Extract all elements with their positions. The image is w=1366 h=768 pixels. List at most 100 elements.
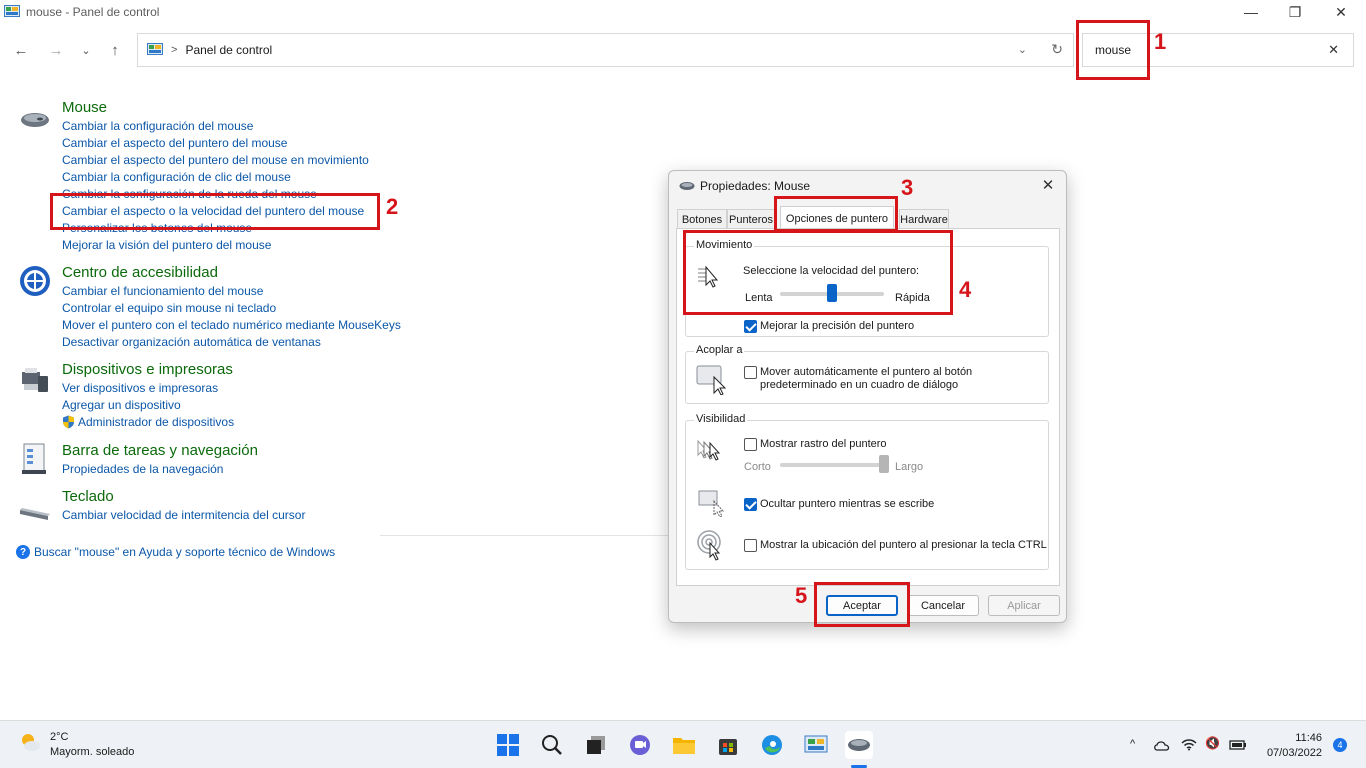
control-panel-taskbar-button[interactable] — [802, 731, 830, 759]
onedrive-icon[interactable] — [1153, 739, 1171, 751]
minimize-button[interactable]: — — [1228, 0, 1274, 24]
help-search-text[interactable]: Buscar "mouse" en Ayuda y soporte técnic… — [34, 545, 335, 559]
section-title-taskbar[interactable]: Barra de tareas y navegación — [62, 442, 258, 459]
link-pointer-moving[interactable]: Cambiar el aspecto del puntero del mouse… — [62, 153, 369, 167]
group-visibilidad: Visibilidad Mostrar rastro del puntero C… — [685, 413, 1049, 570]
volume-muted-icon[interactable]: 🔇 — [1205, 736, 1220, 750]
annotation-number-5: 5 — [795, 583, 808, 608]
start-button[interactable] — [494, 731, 522, 759]
help-search-link[interactable]: ? Buscar "mouse" en Ayuda y soporte técn… — [16, 545, 335, 559]
edge-icon — [762, 735, 782, 755]
link-no-mouse-keyboard[interactable]: Controlar el equipo sin mouse ni teclado — [62, 301, 276, 315]
pointer-trails-icon — [697, 439, 721, 461]
section-title-devices[interactable]: Dispositivos e impresoras — [62, 361, 233, 378]
hide-pointer-typing-label[interactable]: Ocultar puntero mientras se escribe — [760, 498, 934, 510]
close-button[interactable]: ✕ — [1318, 0, 1364, 24]
system-clock[interactable]: 11:46 07/03/2022 — [1256, 731, 1322, 761]
wifi-icon[interactable] — [1181, 738, 1197, 751]
link-improve-pointer-vision[interactable]: Mejorar la visión del puntero del mouse — [62, 238, 271, 252]
restore-button[interactable]: ❐ — [1272, 0, 1318, 24]
trail-long-label: Largo — [895, 461, 924, 473]
pointer-trails-checkbox[interactable] — [744, 438, 757, 451]
up-button[interactable]: ↑ — [105, 40, 125, 60]
link-cursor-blink-rate[interactable]: Cambiar velocidad de intermitencia del c… — [62, 508, 305, 522]
taskbar-search-button[interactable] — [538, 731, 566, 759]
mouse-icon — [21, 113, 49, 127]
link-device-manager[interactable]: Administrador de dispositivos — [78, 415, 234, 429]
annotation-box-5 — [814, 582, 910, 627]
show-hidden-icons-button[interactable]: ^ — [1130, 738, 1135, 750]
annotation-box-4 — [683, 230, 953, 315]
back-button[interactable]: ← — [11, 40, 31, 60]
group-label-visibilidad: Visibilidad — [694, 413, 748, 425]
tab-hardware[interactable]: Hardware — [899, 209, 949, 229]
mouse-icon — [848, 739, 870, 751]
precision-checkbox[interactable] — [744, 320, 757, 333]
tab-botones[interactable]: Botones — [677, 209, 727, 229]
link-click-settings[interactable]: Cambiar la configuración de clic del mou… — [62, 170, 291, 184]
link-disable-snap[interactable]: Desactivar organización automática de ve… — [62, 335, 321, 349]
chat-button[interactable] — [626, 731, 654, 759]
link-view-devices[interactable]: Ver dispositivos e impresoras — [62, 381, 218, 395]
mouse-properties-taskbar-button[interactable] — [845, 731, 873, 759]
weather-condition: Mayorm. soleado — [50, 746, 135, 758]
dialog-title: Propiedades: Mouse — [700, 179, 811, 193]
battery-icon[interactable] — [1229, 739, 1247, 751]
weather-widget[interactable]: 2°C Mayorm. soleado — [18, 730, 134, 760]
edge-button[interactable] — [758, 731, 786, 759]
control-panel-icon — [147, 43, 163, 55]
dialog-close-button[interactable]: ✕ — [1038, 175, 1058, 195]
recent-locations-button[interactable]: ⌄ — [76, 40, 96, 60]
window-title: mouse - Panel de control — [26, 5, 160, 19]
hide-pointer-typing-checkbox[interactable] — [744, 498, 757, 511]
snap-text-line2[interactable]: predeterminado en un cuadro de diálogo — [760, 379, 958, 391]
address-dropdown-icon[interactable]: ⌄ — [1018, 43, 1027, 56]
folder-icon — [673, 738, 695, 754]
section-title-accessibility[interactable]: Centro de accesibilidad — [62, 264, 218, 281]
pointer-trails-label[interactable]: Mostrar rastro del puntero — [760, 438, 887, 450]
group-acoplar: Acoplar a Mover automáticamente el punte… — [685, 344, 1049, 404]
address-bar[interactable]: > Panel de control ⌄ ↻ — [137, 33, 1074, 67]
precision-label[interactable]: Mejorar la precisión del puntero — [760, 320, 914, 332]
mouse-icon — [679, 182, 695, 190]
section-title-keyboard[interactable]: Teclado — [62, 488, 114, 505]
forward-button[interactable]: → — [46, 40, 66, 60]
tab-punteros[interactable]: Punteros — [727, 209, 775, 229]
link-add-device[interactable]: Agregar un dispositivo — [62, 398, 181, 412]
section-title-mouse[interactable]: Mouse — [62, 99, 107, 116]
forward-arrow-icon: → — [48, 41, 64, 59]
link-navigation-properties[interactable]: Propiedades de la navegación — [62, 462, 223, 476]
clear-search-icon[interactable]: ✕ — [1328, 42, 1339, 58]
show-location-ctrl-checkbox[interactable] — [744, 539, 757, 552]
apply-button[interactable]: Aplicar — [988, 595, 1060, 616]
file-explorer-button[interactable] — [670, 731, 698, 759]
weather-temperature: 2°C — [50, 731, 69, 743]
breadcrumb-separator-icon: > — [171, 44, 178, 56]
trail-short-label: Corto — [744, 461, 771, 473]
notification-badge[interactable]: 4 — [1333, 738, 1347, 752]
help-icon: ? — [16, 545, 30, 559]
clock-time: 11:46 — [1295, 732, 1322, 744]
link-mouse-behavior[interactable]: Cambiar el funcionamiento del mouse — [62, 284, 263, 298]
task-view-button[interactable] — [582, 731, 610, 759]
annotation-number-1: 1 — [1154, 29, 1167, 54]
breadcrumb-control-panel[interactable]: Panel de control — [185, 43, 272, 57]
trail-length-slider-track[interactable] — [780, 463, 884, 467]
microsoft-store-button[interactable] — [714, 731, 742, 759]
snap-to-default-checkbox[interactable] — [744, 366, 757, 379]
show-location-ctrl-label[interactable]: Mostrar la ubicación del puntero al pres… — [760, 539, 1047, 551]
annotation-box-2 — [50, 193, 380, 230]
chat-icon — [630, 735, 650, 755]
trail-length-slider-thumb[interactable] — [879, 455, 889, 473]
annotation-box-3 — [774, 196, 898, 232]
annotation-number-2: 2 — [386, 194, 399, 219]
up-arrow-icon: ↑ — [111, 41, 119, 59]
partly-sunny-icon — [22, 734, 40, 751]
link-mousekeys[interactable]: Mover el puntero con el teclado numérico… — [62, 318, 401, 332]
results-divider — [380, 535, 670, 536]
link-mouse-settings[interactable]: Cambiar la configuración del mouse — [62, 119, 253, 133]
snap-text-line1[interactable]: Mover automáticamente el puntero al botó… — [760, 366, 972, 378]
link-pointer-appearance[interactable]: Cambiar el aspecto del puntero del mouse — [62, 136, 287, 150]
refresh-icon[interactable]: ↻ — [1051, 41, 1063, 58]
cancel-button[interactable]: Cancelar — [907, 595, 979, 616]
